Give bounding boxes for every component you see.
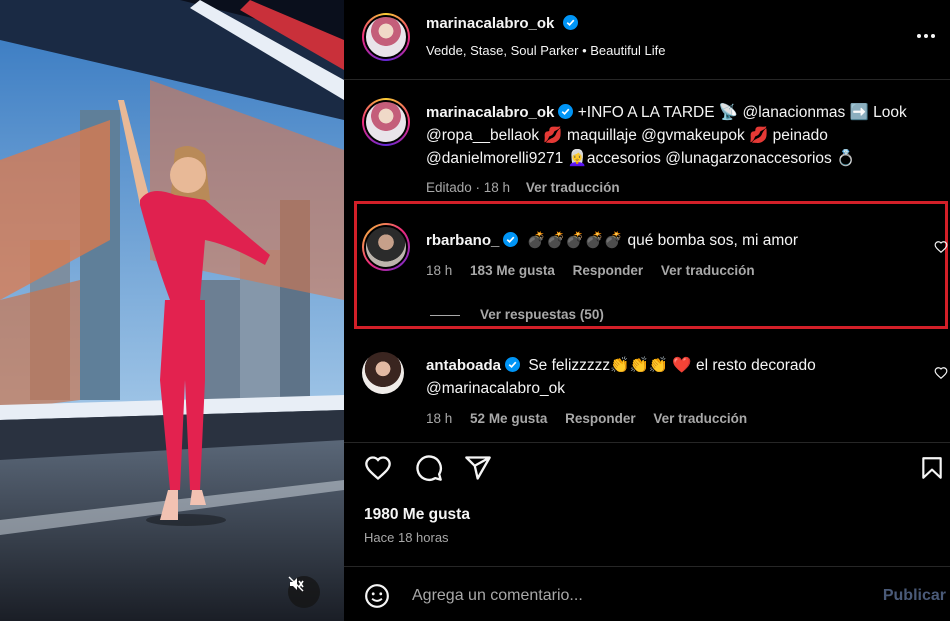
comment-username[interactable]: antaboada	[426, 357, 501, 374]
caption-text-segment: ➡️ Look	[845, 104, 907, 121]
verified-badge-icon	[558, 104, 574, 119]
bookmark-icon[interactable]	[919, 454, 945, 482]
replies-divider	[430, 314, 460, 316]
caption-meta: Editado · 18 h Ver traducción	[426, 180, 620, 195]
caption-mention[interactable]: @ropa__bellaok	[426, 127, 539, 144]
caption-text-segment: +INFO A LA TARDE 📡	[577, 104, 743, 121]
more-options-button[interactable]	[914, 24, 938, 48]
post-photo	[0, 0, 344, 621]
muted-speaker-icon	[288, 576, 304, 592]
verified-badge-icon	[503, 232, 519, 247]
caption-translate-link[interactable]: Ver traducción	[526, 180, 620, 195]
verified-badge-icon	[562, 15, 578, 30]
comment-text: 💣💣💣💣💣 qué bomba sos, mi amor	[526, 232, 799, 249]
comment-like-count[interactable]: 52 Me gusta	[470, 411, 547, 426]
comment-input[interactable]	[412, 584, 852, 608]
author-avatar[interactable]	[362, 13, 410, 61]
view-replies-label[interactable]: Ver respuestas (50)	[480, 307, 604, 322]
caption-text-segment: 👩‍🦳accesorios	[563, 150, 666, 167]
caption-text-segment: 💋 maquillaje	[539, 127, 642, 144]
comment-age: 18 h	[426, 263, 453, 278]
more-options-icon	[917, 34, 935, 38]
post-header: marinacalabro_ok Vedde, Stase, Soul Park…	[344, 0, 950, 80]
caption-text-segment: 💍	[831, 150, 856, 167]
caption-mention[interactable]: @danielmorelli9271	[426, 150, 563, 167]
comment-avatar[interactable]	[362, 352, 404, 394]
comment-translate-link[interactable]: Ver traducción	[661, 263, 755, 278]
comment-meta: 18 h 52 Me gusta Responder Ver traducció…	[426, 411, 747, 426]
comment-like-heart-icon[interactable]	[934, 240, 948, 254]
caption-username[interactable]: marinacalabro_ok	[426, 104, 554, 121]
comment-age: 18 h	[426, 411, 453, 426]
post-caption: marinacalabro_ok +INFO A LA TARDE 📡 @lan…	[426, 101, 926, 170]
comment-body: antaboada Se felizzzzz👏👏👏 ❤️ el resto de…	[426, 354, 916, 400]
comment-bubble-icon[interactable]	[415, 454, 443, 482]
caption-author-avatar[interactable]	[362, 98, 410, 146]
comment-like-heart-icon[interactable]	[934, 366, 948, 380]
comment-composer: Publicar	[344, 566, 950, 621]
comment-meta: 18 h 183 Me gusta Responder Ver traducci…	[426, 263, 755, 278]
comment-username[interactable]: rbarbano_	[426, 232, 499, 249]
audio-track[interactable]: Vedde, Stase, Soul Parker • Beautiful Li…	[426, 43, 665, 58]
comment-reply-link[interactable]: Responder	[573, 263, 644, 278]
smiley-icon[interactable]	[364, 583, 390, 609]
actions-divider	[344, 442, 950, 443]
view-replies-button[interactable]: Ver respuestas (50)	[430, 307, 604, 322]
comment-reply-link[interactable]: Responder	[565, 411, 636, 426]
post-details-panel: marinacalabro_ok Vedde, Stase, Soul Park…	[344, 0, 950, 621]
comment-avatar[interactable]	[362, 223, 410, 271]
mute-toggle-button[interactable]	[288, 576, 320, 608]
like-count[interactable]: 1980 Me gusta	[364, 506, 470, 524]
paper-plane-icon[interactable]	[464, 454, 492, 482]
heart-icon[interactable]	[364, 454, 392, 482]
comment-body: rbarbano_ 💣💣💣💣💣 qué bomba sos, mi amor	[426, 229, 916, 252]
post-timestamp: Hace 18 horas	[364, 530, 449, 545]
comment-translate-link[interactable]: Ver traducción	[653, 411, 747, 426]
caption-mention[interactable]: @lanacionmas	[742, 104, 845, 121]
caption-text-segment: 💋 peinado	[744, 127, 828, 144]
caption-edited: Editado · 18 h	[426, 180, 511, 195]
verified-badge-icon	[505, 357, 521, 372]
publish-button[interactable]: Publicar	[883, 587, 946, 605]
comment-mention[interactable]: @marinacalabro_ok	[426, 380, 565, 397]
caption-mention[interactable]: @lunagarzonaccesorios	[665, 150, 832, 167]
post-media[interactable]	[0, 0, 344, 621]
caption-mention[interactable]: @gvmakeupok	[641, 127, 745, 144]
author-username[interactable]: marinacalabro_ok	[426, 15, 554, 32]
comment-like-count[interactable]: 183 Me gusta	[470, 263, 555, 278]
comment-text: Se felizzzzz👏👏👏 ❤️ el resto decorado	[528, 357, 816, 374]
